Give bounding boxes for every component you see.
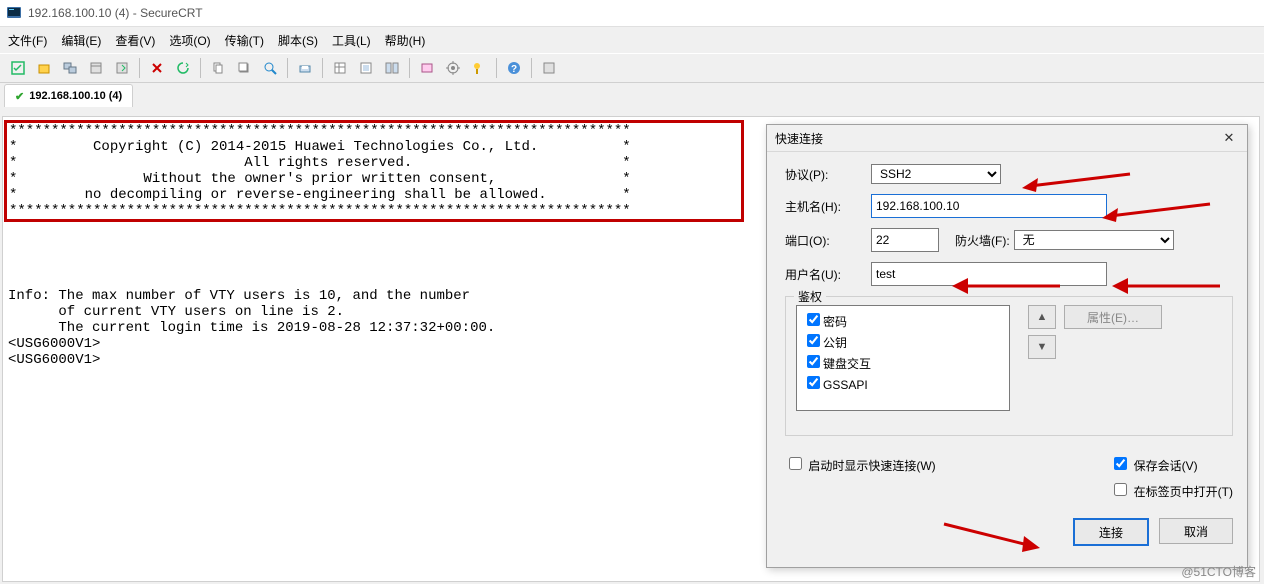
banner-highlight: ****************************************… — [4, 120, 744, 222]
menubar: 文件(F) 编辑(E) 查看(V) 选项(O) 传输(T) 脚本(S) 工具(L… — [0, 27, 1264, 53]
toolbar-btn-6[interactable] — [145, 56, 169, 80]
toolbar-sep-5 — [409, 58, 410, 78]
protocol-select[interactable]: SSH2 — [871, 164, 1001, 184]
menu-edit[interactable]: 编辑(E) — [61, 32, 101, 49]
port-label: 端口(O): — [785, 232, 871, 249]
auth-gssapi[interactable]: GSSAPI — [803, 373, 1003, 394]
connect-button[interactable]: 连接 — [1073, 518, 1149, 546]
session-tabbar: ✔ 192.168.100.10 (4) — [0, 83, 1264, 107]
open-in-tab-checkbox[interactable]: 在标签页中打开(T) — [1110, 480, 1233, 500]
toolbar-btn-17[interactable] — [467, 56, 491, 80]
auth-fieldset: 鉴权 密码 公钥 键盘交互 GSSAPI ▲ ▼ 属性(E)… — [785, 296, 1233, 436]
titlebar: 192.168.100.10 (4) - SecureCRT — [0, 0, 1264, 27]
toolbar-sep-7 — [531, 58, 532, 78]
banner-text: ****************************************… — [9, 123, 739, 219]
connected-icon: ✔ — [15, 90, 24, 103]
toolbar-btn-7[interactable] — [171, 56, 195, 80]
port-input[interactable] — [871, 228, 939, 252]
user-label: 用户名(U): — [785, 266, 871, 283]
menu-options[interactable]: 选项(O) — [169, 32, 210, 49]
toolbar-btn-14[interactable] — [380, 56, 404, 80]
dialog-title: 快速连接 — [775, 130, 823, 147]
toolbar-sep-2 — [200, 58, 201, 78]
watermark: @51CTO博客 — [1181, 563, 1256, 580]
toolbar-btn-12[interactable] — [328, 56, 352, 80]
toolbar-btn-8[interactable] — [206, 56, 230, 80]
menu-help[interactable]: 帮助(H) — [385, 32, 426, 49]
toolbar-btn-10[interactable] — [258, 56, 282, 80]
protocol-label: 协议(P): — [785, 166, 871, 183]
close-icon[interactable]: ✕ — [1219, 128, 1239, 148]
toolbar-btn-9[interactable] — [232, 56, 256, 80]
move-up-button[interactable]: ▲ — [1028, 305, 1056, 329]
menu-tools[interactable]: 工具(L) — [332, 32, 371, 49]
session-tab-label: 192.168.100.10 (4) — [29, 90, 122, 102]
toolbar-btn-11[interactable] — [293, 56, 317, 80]
auth-list[interactable]: 密码 公钥 键盘交互 GSSAPI — [796, 305, 1010, 411]
save-session-checkbox[interactable]: 保存会话(V) — [1110, 454, 1233, 474]
host-label: 主机名(H): — [785, 198, 871, 215]
toolbar-btn-2[interactable] — [32, 56, 56, 80]
toolbar-btn-13[interactable] — [354, 56, 378, 80]
auth-password[interactable]: 密码 — [803, 310, 1003, 331]
terminal-output: Info: The max number of VTY users is 10,… — [8, 256, 495, 368]
toolbar-btn-18[interactable]: ? — [502, 56, 526, 80]
toolbar-btn-1[interactable] — [6, 56, 30, 80]
toolbar-sep-3 — [287, 58, 288, 78]
host-input[interactable] — [871, 194, 1107, 218]
startup-checkbox[interactable]: 启动时显示快速连接(W) — [785, 454, 936, 474]
properties-button[interactable]: 属性(E)… — [1064, 305, 1162, 329]
menu-file[interactable]: 文件(F) — [8, 32, 47, 49]
move-down-button[interactable]: ▼ — [1028, 335, 1056, 359]
user-input[interactable] — [871, 262, 1107, 286]
window-title: 192.168.100.10 (4) - SecureCRT — [28, 6, 203, 20]
toolbar-btn-15[interactable] — [415, 56, 439, 80]
toolbar-sep-4 — [322, 58, 323, 78]
auth-legend: 鉴权 — [794, 288, 826, 305]
menu-view[interactable]: 查看(V) — [115, 32, 155, 49]
quick-connect-dialog: 快速连接 ✕ 协议(P): SSH2 主机名(H): 端口(O): 防火墙(F)… — [766, 124, 1248, 568]
app-window: 192.168.100.10 (4) - SecureCRT 文件(F) 编辑(… — [0, 0, 1264, 584]
auth-keyboard[interactable]: 键盘交互 — [803, 352, 1003, 373]
app-icon — [6, 5, 22, 21]
firewall-select[interactable]: 无 — [1014, 230, 1174, 250]
menu-script[interactable]: 脚本(S) — [278, 32, 318, 49]
toolbar: ? — [0, 53, 1264, 83]
toolbar-btn-5[interactable] — [110, 56, 134, 80]
svg-text:?: ? — [511, 64, 517, 75]
auth-publickey[interactable]: 公钥 — [803, 331, 1003, 352]
toolbar-sep-6 — [496, 58, 497, 78]
toolbar-btn-4[interactable] — [84, 56, 108, 80]
cancel-button[interactable]: 取消 — [1159, 518, 1233, 544]
toolbar-btn-19[interactable] — [537, 56, 561, 80]
menu-transfer[interactable]: 传输(T) — [225, 32, 264, 49]
firewall-label: 防火墙(F): — [955, 232, 1010, 249]
toolbar-btn-16[interactable] — [441, 56, 465, 80]
toolbar-btn-3[interactable] — [58, 56, 82, 80]
dialog-titlebar: 快速连接 ✕ — [767, 125, 1247, 152]
toolbar-sep-1 — [139, 58, 140, 78]
session-tab[interactable]: ✔ 192.168.100.10 (4) — [4, 84, 133, 107]
